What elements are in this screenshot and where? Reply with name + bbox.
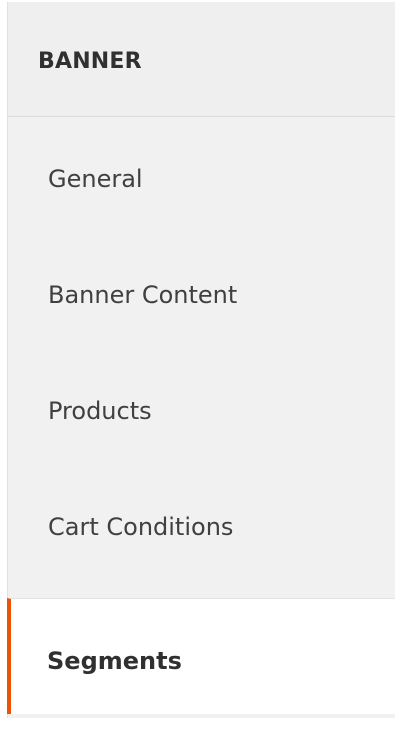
nav-item-label: General <box>48 165 143 193</box>
nav-item-products[interactable]: Products <box>8 349 395 465</box>
nav-item-label: Cart Conditions <box>48 513 234 541</box>
panel-title: BANNER <box>38 49 142 74</box>
nav-item-segments[interactable]: Segments <box>7 598 395 714</box>
nav-item-general[interactable]: General <box>8 117 395 233</box>
nav-item-label: Products <box>48 397 152 425</box>
nav-item-cart-conditions[interactable]: Cart Conditions <box>8 465 395 581</box>
panel-header: BANNER <box>8 2 395 117</box>
nav-item-banner-content[interactable]: Banner Content <box>8 233 395 349</box>
nav-item-label: Segments <box>47 647 182 675</box>
banner-nav-panel: BANNER General Banner Content Products C… <box>7 2 395 718</box>
nav-item-label: Banner Content <box>48 281 238 309</box>
